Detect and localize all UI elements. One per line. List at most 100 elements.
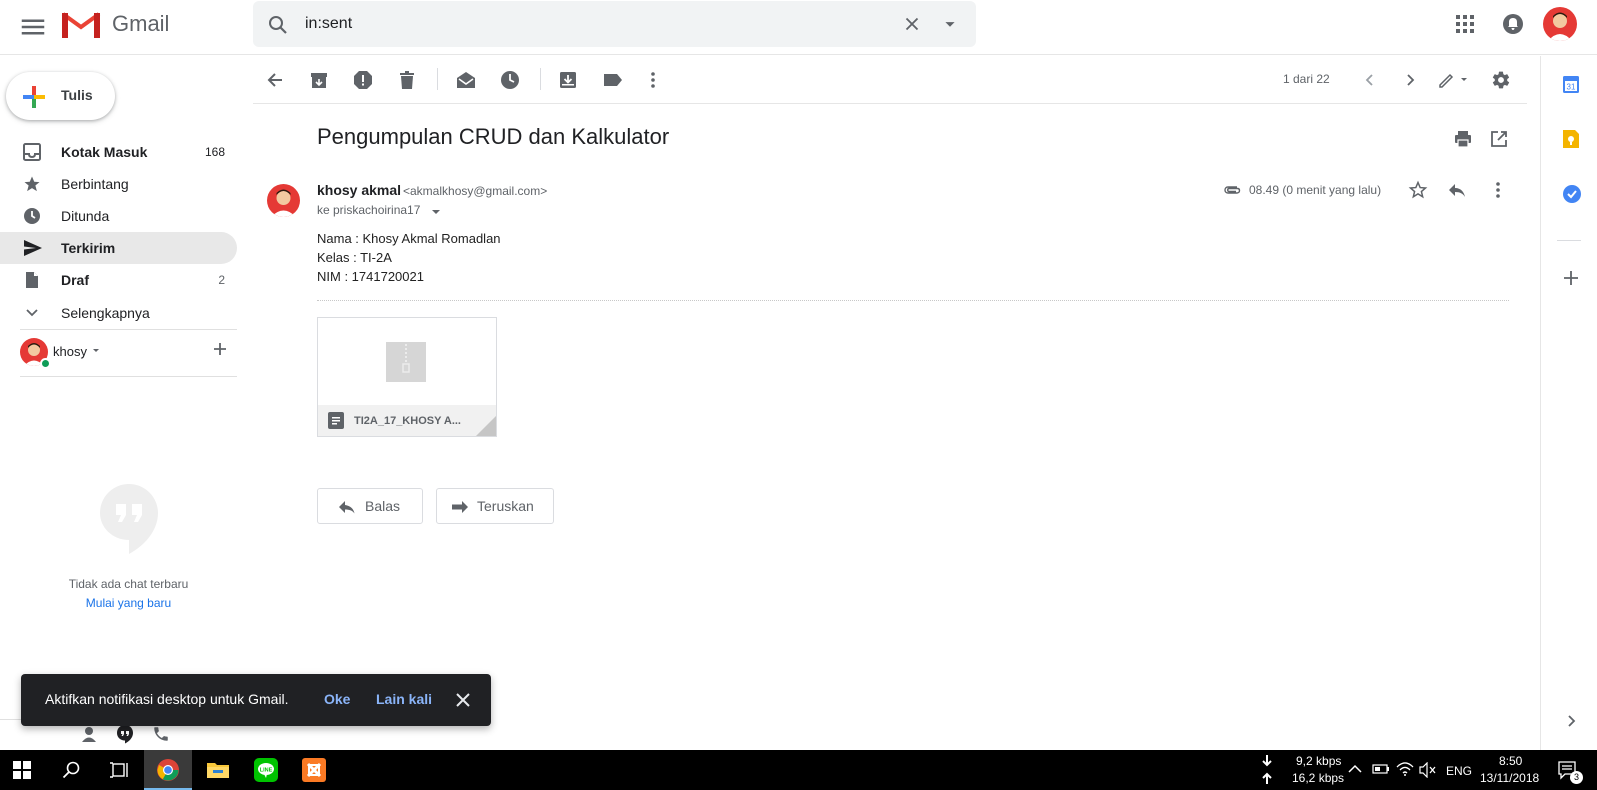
gmail-wordmark[interactable]: Gmail bbox=[112, 11, 169, 37]
snackbar-text: Aktifkan notifikasi desktop untuk Gmail. bbox=[45, 691, 289, 707]
file-explorer-icon[interactable] bbox=[194, 750, 242, 790]
notification-count-badge: 3 bbox=[1570, 771, 1583, 784]
toolbar-separator bbox=[540, 68, 541, 90]
more-vert-icon[interactable] bbox=[1488, 180, 1508, 200]
calendar-icon[interactable]: 31 bbox=[1562, 74, 1580, 94]
inbox-count: 168 bbox=[204, 145, 225, 159]
line-app-icon[interactable]: LINE bbox=[242, 750, 290, 790]
add-chat-icon[interactable] bbox=[211, 340, 229, 358]
sidebar-item-more[interactable]: Selengkapnya bbox=[0, 297, 237, 329]
snackbar-ok-button[interactable]: Oke bbox=[324, 691, 350, 707]
delete-icon[interactable] bbox=[397, 70, 417, 90]
no-chat-text: Tidak ada chat terbaru bbox=[68, 577, 189, 591]
prev-page-icon[interactable] bbox=[1360, 70, 1380, 90]
search-icon[interactable] bbox=[266, 13, 290, 37]
xampp-icon[interactable] bbox=[290, 750, 338, 790]
sidebar-item-inbox[interactable]: Kotak Masuk 168 bbox=[0, 136, 237, 168]
attachment-card[interactable]: TI2A_17_KHOSY A... bbox=[317, 317, 497, 437]
action-center-icon[interactable]: 3 bbox=[1557, 760, 1583, 784]
attachment-name: TI2A_17_KHOSY A... bbox=[354, 415, 461, 427]
taskbar-search-icon[interactable] bbox=[48, 750, 96, 790]
phone-icon[interactable] bbox=[152, 725, 170, 743]
sidebar-item-label: Ditunda bbox=[61, 208, 110, 224]
message-time: 08.49 (0 menit yang lalu) bbox=[1249, 183, 1382, 197]
notifications-icon[interactable] bbox=[1502, 13, 1524, 35]
input-tools-icon[interactable] bbox=[1437, 70, 1471, 90]
main-menu-icon[interactable] bbox=[18, 12, 48, 42]
search-options-icon[interactable] bbox=[939, 13, 961, 35]
side-panel: 31 bbox=[1540, 56, 1597, 750]
sidebar-item-sent[interactable]: Terkirim bbox=[0, 232, 237, 264]
contacts-icon[interactable] bbox=[80, 725, 98, 743]
user-status-dropdown-icon[interactable] bbox=[91, 346, 101, 356]
snooze-clock-icon[interactable] bbox=[500, 70, 520, 90]
download-speed: 9,2 kbps bbox=[1296, 754, 1342, 768]
windows-start-icon[interactable] bbox=[0, 750, 48, 790]
language-indicator[interactable]: ENG bbox=[1446, 764, 1472, 778]
chat-bubble-icon bbox=[98, 482, 160, 556]
account-avatar[interactable] bbox=[1543, 7, 1577, 41]
add-addon-icon[interactable] bbox=[1563, 270, 1579, 286]
sender-avatar[interactable] bbox=[267, 184, 300, 217]
tray-expand-chevron-icon[interactable] bbox=[1348, 764, 1362, 774]
archive-icon[interactable] bbox=[309, 70, 329, 90]
mark-unread-icon[interactable] bbox=[455, 70, 477, 90]
forward-button[interactable]: Teruskan bbox=[436, 488, 554, 524]
compose-label: Tulis bbox=[61, 87, 93, 103]
recipient-details-dropdown-icon[interactable] bbox=[431, 207, 441, 217]
message-divider bbox=[317, 300, 1509, 301]
label-icon[interactable] bbox=[602, 70, 624, 90]
sidebar-item-label: Draf bbox=[61, 272, 90, 288]
document-icon bbox=[328, 412, 344, 429]
page-fold-corner bbox=[476, 416, 496, 436]
report-spam-icon[interactable] bbox=[353, 70, 373, 90]
zip-file-icon bbox=[386, 342, 426, 382]
search-input[interactable] bbox=[305, 11, 865, 37]
wifi-icon[interactable] bbox=[1396, 761, 1414, 777]
clear-search-icon[interactable] bbox=[901, 13, 923, 35]
clock-time[interactable]: 8:50 bbox=[1499, 754, 1522, 768]
attachment-clip-icon bbox=[1223, 183, 1241, 197]
print-icon[interactable] bbox=[1453, 129, 1473, 149]
tasks-icon[interactable] bbox=[1562, 184, 1582, 204]
star-icon bbox=[23, 175, 41, 193]
message-subject: Pengumpulan CRUD dan Kalkulator bbox=[317, 124, 670, 149]
search-bar bbox=[253, 1, 976, 47]
reply-icon[interactable] bbox=[1447, 180, 1467, 200]
next-page-icon[interactable] bbox=[1400, 70, 1420, 90]
message-body-line: Nama : Khosy Akmal Romadlan bbox=[317, 231, 501, 246]
hangouts-icon[interactable] bbox=[116, 724, 134, 744]
expand-panel-chevron-icon[interactable] bbox=[1563, 713, 1579, 729]
windows-taskbar: LINE 9,2 kbps 16,2 kbps ENG 8:50 13/11/2… bbox=[0, 750, 1597, 790]
snackbar-later-button[interactable]: Lain kali bbox=[376, 691, 432, 707]
reply-button[interactable]: Balas bbox=[317, 488, 423, 524]
apps-grid-icon[interactable] bbox=[1454, 13, 1476, 35]
volume-muted-icon[interactable] bbox=[1419, 762, 1437, 778]
back-arrow-icon[interactable] bbox=[265, 70, 285, 90]
chrome-taskbar-icon[interactable] bbox=[144, 750, 192, 790]
move-to-icon[interactable] bbox=[558, 70, 578, 90]
more-vert-icon[interactable] bbox=[643, 70, 663, 90]
compose-plus-icon bbox=[23, 86, 45, 108]
hangouts-username: khosy bbox=[53, 344, 87, 359]
compose-button[interactable]: Tulis bbox=[6, 72, 115, 120]
message-body-line: NIM : 1741720021 bbox=[317, 269, 424, 284]
keep-icon[interactable] bbox=[1562, 129, 1580, 149]
sidebar-item-snoozed[interactable]: Ditunda bbox=[0, 200, 237, 232]
close-icon[interactable] bbox=[455, 692, 471, 708]
gmail-logo-icon[interactable] bbox=[61, 10, 101, 40]
sidebar-divider bbox=[20, 329, 237, 330]
star-outline-icon[interactable] bbox=[1408, 180, 1428, 200]
sidebar-item-label: Berbintang bbox=[61, 176, 129, 192]
open-new-window-icon[interactable] bbox=[1489, 129, 1509, 149]
sidebar-item-drafts[interactable]: Draf 2 bbox=[0, 264, 237, 296]
drafts-count: 2 bbox=[218, 273, 225, 287]
start-new-chat-link[interactable]: Mulai yang baru bbox=[20, 596, 237, 610]
clock-date[interactable]: 13/11/2018 bbox=[1480, 771, 1539, 785]
sidebar-item-starred[interactable]: Berbintang bbox=[0, 168, 237, 200]
inbox-icon bbox=[23, 143, 41, 161]
battery-icon[interactable] bbox=[1372, 763, 1390, 775]
settings-gear-icon[interactable] bbox=[1491, 70, 1511, 90]
task-view-icon[interactable] bbox=[96, 750, 144, 790]
sidebar-item-label: Kotak Masuk bbox=[61, 144, 148, 160]
